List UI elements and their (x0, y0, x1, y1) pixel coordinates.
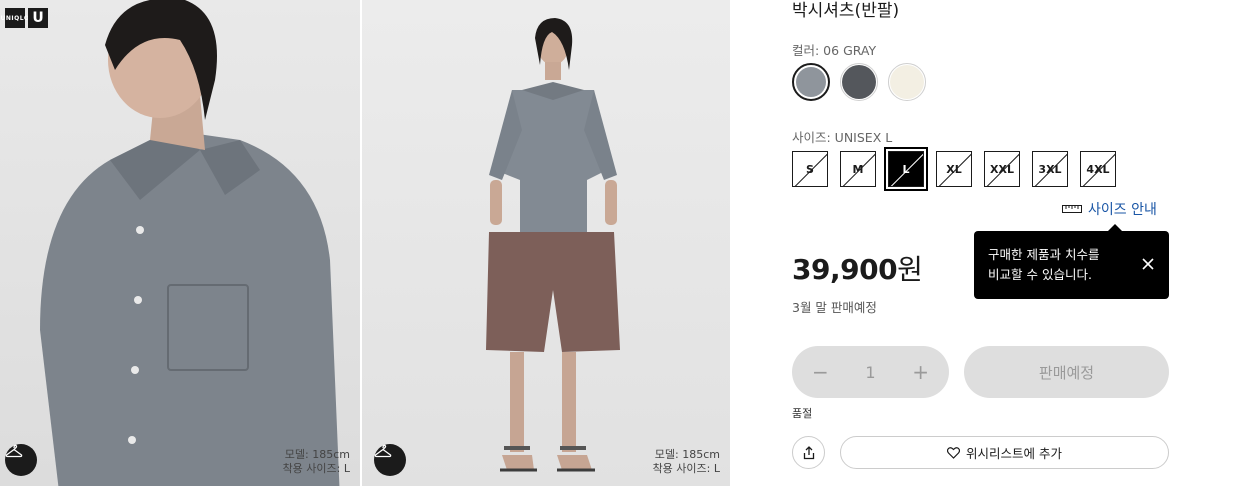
model-closeup-illustration (40, 0, 340, 486)
tooltip-line-1: 구매한 제품과 치수를 (988, 247, 1100, 262)
size-guide-label: 사이즈 안내 (1088, 202, 1157, 218)
size-label-text: M (852, 162, 864, 176)
close-icon[interactable] (1141, 257, 1155, 271)
swatch-fill (842, 65, 876, 99)
model-info: 모델: 185cm 착용 사이즈: L (653, 448, 720, 476)
quantity-decrease-button[interactable]: − (812, 360, 829, 384)
hanger-icon (374, 444, 392, 458)
size-guide-tooltip: 구매한 제품과 치수를 비교할 수 있습니다. (974, 224, 1169, 299)
size-guide-link[interactable]: 사이즈 안내 (1062, 199, 1157, 219)
size-label: 사이즈: UNISEX L (792, 130, 893, 145)
color-swatches (792, 63, 926, 101)
color-label: 컬러: 06 GRAY (792, 43, 877, 58)
size-options: S M L XL XXL 3XL 4XL (792, 147, 1116, 191)
model-info: 모델: 185cm 착용 사이즈: L (283, 448, 350, 476)
coming-soon-button[interactable]: 판매예정 (964, 346, 1169, 398)
sale-date-notice: 3월 말 판매예정 (792, 300, 877, 315)
price-currency: 원 (897, 253, 923, 286)
color-swatch-off-white[interactable] (888, 63, 926, 101)
model-size: 착용 사이즈: L (282, 462, 350, 475)
size-option-xl[interactable]: XL (936, 151, 972, 187)
product-photo-fullbody[interactable]: 모델: 185cm 착용 사이즈: L (362, 0, 730, 486)
size-label-text: L (902, 162, 910, 176)
uniqlo-wordmark: UNIQLO (1, 8, 29, 28)
model-size: 착용 사이즈: L (652, 462, 720, 475)
stock-status: 품절 (792, 407, 813, 420)
model-fullbody-illustration (486, 18, 620, 472)
size-label-text: 3XL (1038, 162, 1062, 176)
heart-icon (947, 446, 960, 459)
uniqlo-logo[interactable]: UNIQLO U (1, 8, 48, 28)
quantity-increase-button[interactable]: + (912, 360, 929, 384)
tooltip-line-2: 비교할 수 있습니다. (988, 267, 1092, 282)
swatch-fill (890, 65, 924, 99)
model-height: 모델: 185cm (284, 448, 350, 461)
size-option-3xl[interactable]: 3XL (1032, 151, 1068, 187)
product-price: 39,900원 (792, 248, 923, 288)
size-option-s[interactable]: S (792, 151, 828, 187)
size-label-text: XXL (990, 162, 1014, 176)
hanger-icon (5, 444, 23, 458)
color-swatch-gray[interactable] (792, 63, 830, 101)
ruler-icon (1062, 205, 1082, 213)
product-photo-closeup[interactable]: UNIQLO U 모델: 185cm 착용 사이즈: L (0, 0, 360, 486)
size-option-xxl[interactable]: XXL (984, 151, 1020, 187)
hanger-button[interactable] (5, 444, 37, 476)
uniqlo-u-mark: U (28, 8, 48, 28)
model-height: 모델: 185cm (654, 448, 720, 461)
share-button[interactable] (792, 436, 825, 469)
size-label-text: S (806, 162, 814, 176)
size-label-text: 4XL (1086, 162, 1110, 176)
quantity-stepper: − 1 + (792, 346, 949, 398)
hanger-button[interactable] (374, 444, 406, 476)
size-option-l[interactable]: L (884, 147, 928, 191)
wishlist-label: 위시리스트에 추가 (966, 446, 1062, 461)
add-to-wishlist-button[interactable]: 위시리스트에 추가 (840, 436, 1169, 469)
size-option-m[interactable]: M (840, 151, 876, 187)
product-title: 박시셔츠(반팔) (792, 1, 900, 21)
color-swatch-dark-gray[interactable] (840, 63, 878, 101)
product-page: UNIQLO U 모델: 185cm 착용 사이즈: L 모델: 185cm 착… (0, 0, 1244, 486)
price-amount: 39,900 (792, 253, 898, 286)
swatch-fill (796, 67, 826, 97)
quantity-value[interactable]: 1 (865, 363, 875, 382)
share-icon (803, 445, 814, 459)
size-option-4xl[interactable]: 4XL (1080, 151, 1116, 187)
size-label-text: XL (946, 162, 962, 176)
